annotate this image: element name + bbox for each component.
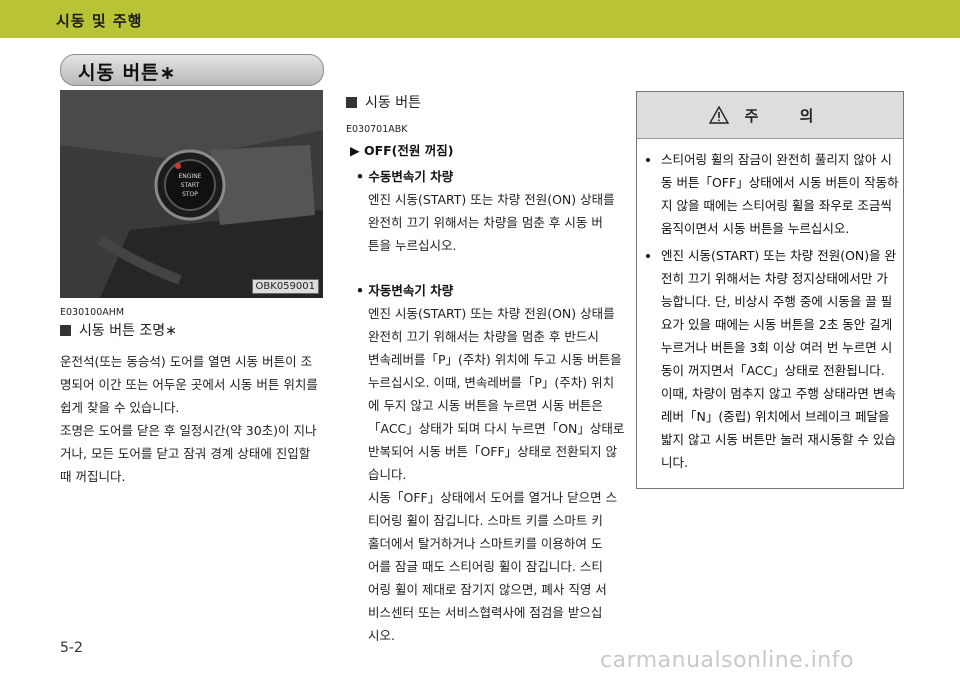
caution-box: 주 의 스티어링 휠의 잠금이 완전히 풀리지 않아 시동 버튼「OFF」상태에… — [636, 91, 904, 489]
caution-title: 주 의 — [744, 106, 832, 125]
manual-paragraph: 엔진 시동(START) 또는 차량 전원(ON) 상태를 완전히 끄기 위해서… — [368, 188, 630, 257]
button-label-stop: STOP — [182, 191, 198, 198]
photo-code: OBK059001 — [251, 279, 319, 294]
text-line: 어링 휠이 제대로 잠기지 않으면, 폐사 직영 서 — [368, 582, 607, 597]
text-line: 엔진 시동(START) 또는 차량 전원(ON) 상태를 — [368, 306, 615, 321]
off-subheading: ▶ OFF(전원 꺼짐) — [350, 143, 454, 158]
text-line: 에 두지 않고 시동 버튼을 누르면 시동 버튼은 — [368, 398, 603, 413]
square-bullet-icon — [346, 96, 357, 108]
header-bar: 시동 및 주행 — [0, 0, 960, 38]
start-button-illustration: ENGINE START STOP — [60, 90, 323, 298]
auto-paragraph: 엔진 시동(START) 또는 차량 전원(ON) 상태를 완전히 끄기 위해서… — [368, 302, 630, 486]
text-line: 홀더에서 탈거하거나 스마트키를 이용하여 도 — [368, 536, 603, 551]
text-line: 명되어 이간 또는 어두운 곳에서 시동 버튼 위치를 — [60, 377, 318, 392]
text-line: 엔진 시동(START) 또는 차량 전원(ON) 상태를 — [368, 192, 615, 207]
button-label-engine: ENGINE — [179, 173, 202, 180]
text-line: 어를 잠글 때도 스티어링 휠이 잠깁니다. 스티 — [368, 559, 603, 574]
left-heading-text: 시동 버튼 조명∗ — [79, 323, 177, 339]
button-label-start: START — [181, 182, 200, 189]
middle-heading: 시동 버튼 — [346, 92, 421, 112]
watermark: carmanualsonline.info — [600, 648, 854, 673]
text-line: 변속레버를「P」(주차) 위치에 두고 시동 버튼을 — [368, 352, 622, 367]
section-title: 시동 버튼∗ — [78, 62, 177, 84]
text-line: 쉽게 찾을 수 있습니다. — [60, 400, 180, 415]
caution-item: 엔진 시동(START) 또는 차량 전원(ON)을 완전히 끄기 위해서는 차… — [661, 244, 899, 474]
text-line: 시오. — [368, 628, 395, 643]
middle-heading-text: 시동 버튼 — [365, 95, 421, 111]
caution-item: 스티어링 휠의 잠금이 완전히 풀리지 않아 시동 버튼「OFF」상태에서 시동… — [661, 148, 899, 240]
warning-triangle-icon — [708, 106, 729, 124]
closing-paragraph: 시동「OFF」상태에서 도어를 열거나 닫으면 스 티어링 휠이 잠깁니다. 스… — [368, 486, 630, 647]
text-line: 비스센터 또는 서비스협력사에 점검을 받으십 — [368, 605, 603, 620]
text-line: 운전석(또는 동승석) 도어를 열면 시동 버튼이 조 — [60, 354, 313, 369]
text-line: 누르십시오. 이때, 변속레버를「P」(주차) 위치 — [368, 375, 615, 390]
caution-body: 스티어링 휠의 잠금이 완전히 풀리지 않아 시동 버튼「OFF」상태에서 시동… — [647, 148, 899, 478]
text-line: 완전히 끄기 위해서는 차량을 멈춘 후 시동 버 — [368, 215, 603, 230]
text-line: 완전히 끄기 위해서는 차량을 멈춘 후 반드시 — [368, 329, 599, 344]
text-line: 반복되어 시동 버튼「OFF」상태로 전환되지 않 — [368, 444, 618, 459]
manual-title: • 수동변속기 차량 — [356, 169, 454, 184]
text-line: 거나, 모든 도어를 닫고 잠궈 경계 상태에 진입할 — [60, 446, 311, 461]
start-button-photo: ENGINE START STOP OBK059001 — [60, 90, 323, 298]
left-code: E030100AHM — [60, 307, 125, 318]
left-heading: 시동 버튼 조명∗ — [60, 320, 177, 340]
text-line: 조명은 도어를 닫은 후 일정시간(약 30초)이 지나 — [60, 423, 317, 438]
caution-header: 주 의 — [637, 92, 903, 139]
text-line: 시동「OFF」상태에서 도어를 열거나 닫으면 스 — [368, 490, 618, 505]
page-number: 5-2 — [60, 640, 83, 656]
auto-title: • 자동변속기 차량 — [356, 283, 454, 298]
text-line: 티어링 휠이 잠깁니다. 스마트 키를 스마트 키 — [368, 513, 603, 528]
text-line: 습니다. — [368, 467, 407, 482]
left-paragraph: 운전석(또는 동승석) 도어를 열면 시동 버튼이 조 명되어 이간 또는 어두… — [60, 350, 330, 488]
text-line: 「ACC」상태가 되며 다시 누르면「ON」상태로 — [368, 421, 625, 436]
chapter-title: 시동 및 주행 — [56, 12, 143, 30]
text-line: 튼을 누르십시오. — [368, 238, 457, 253]
middle-code: E030701ABK — [346, 124, 408, 135]
square-bullet-icon — [60, 324, 71, 336]
text-line: 때 꺼집니다. — [60, 469, 126, 484]
